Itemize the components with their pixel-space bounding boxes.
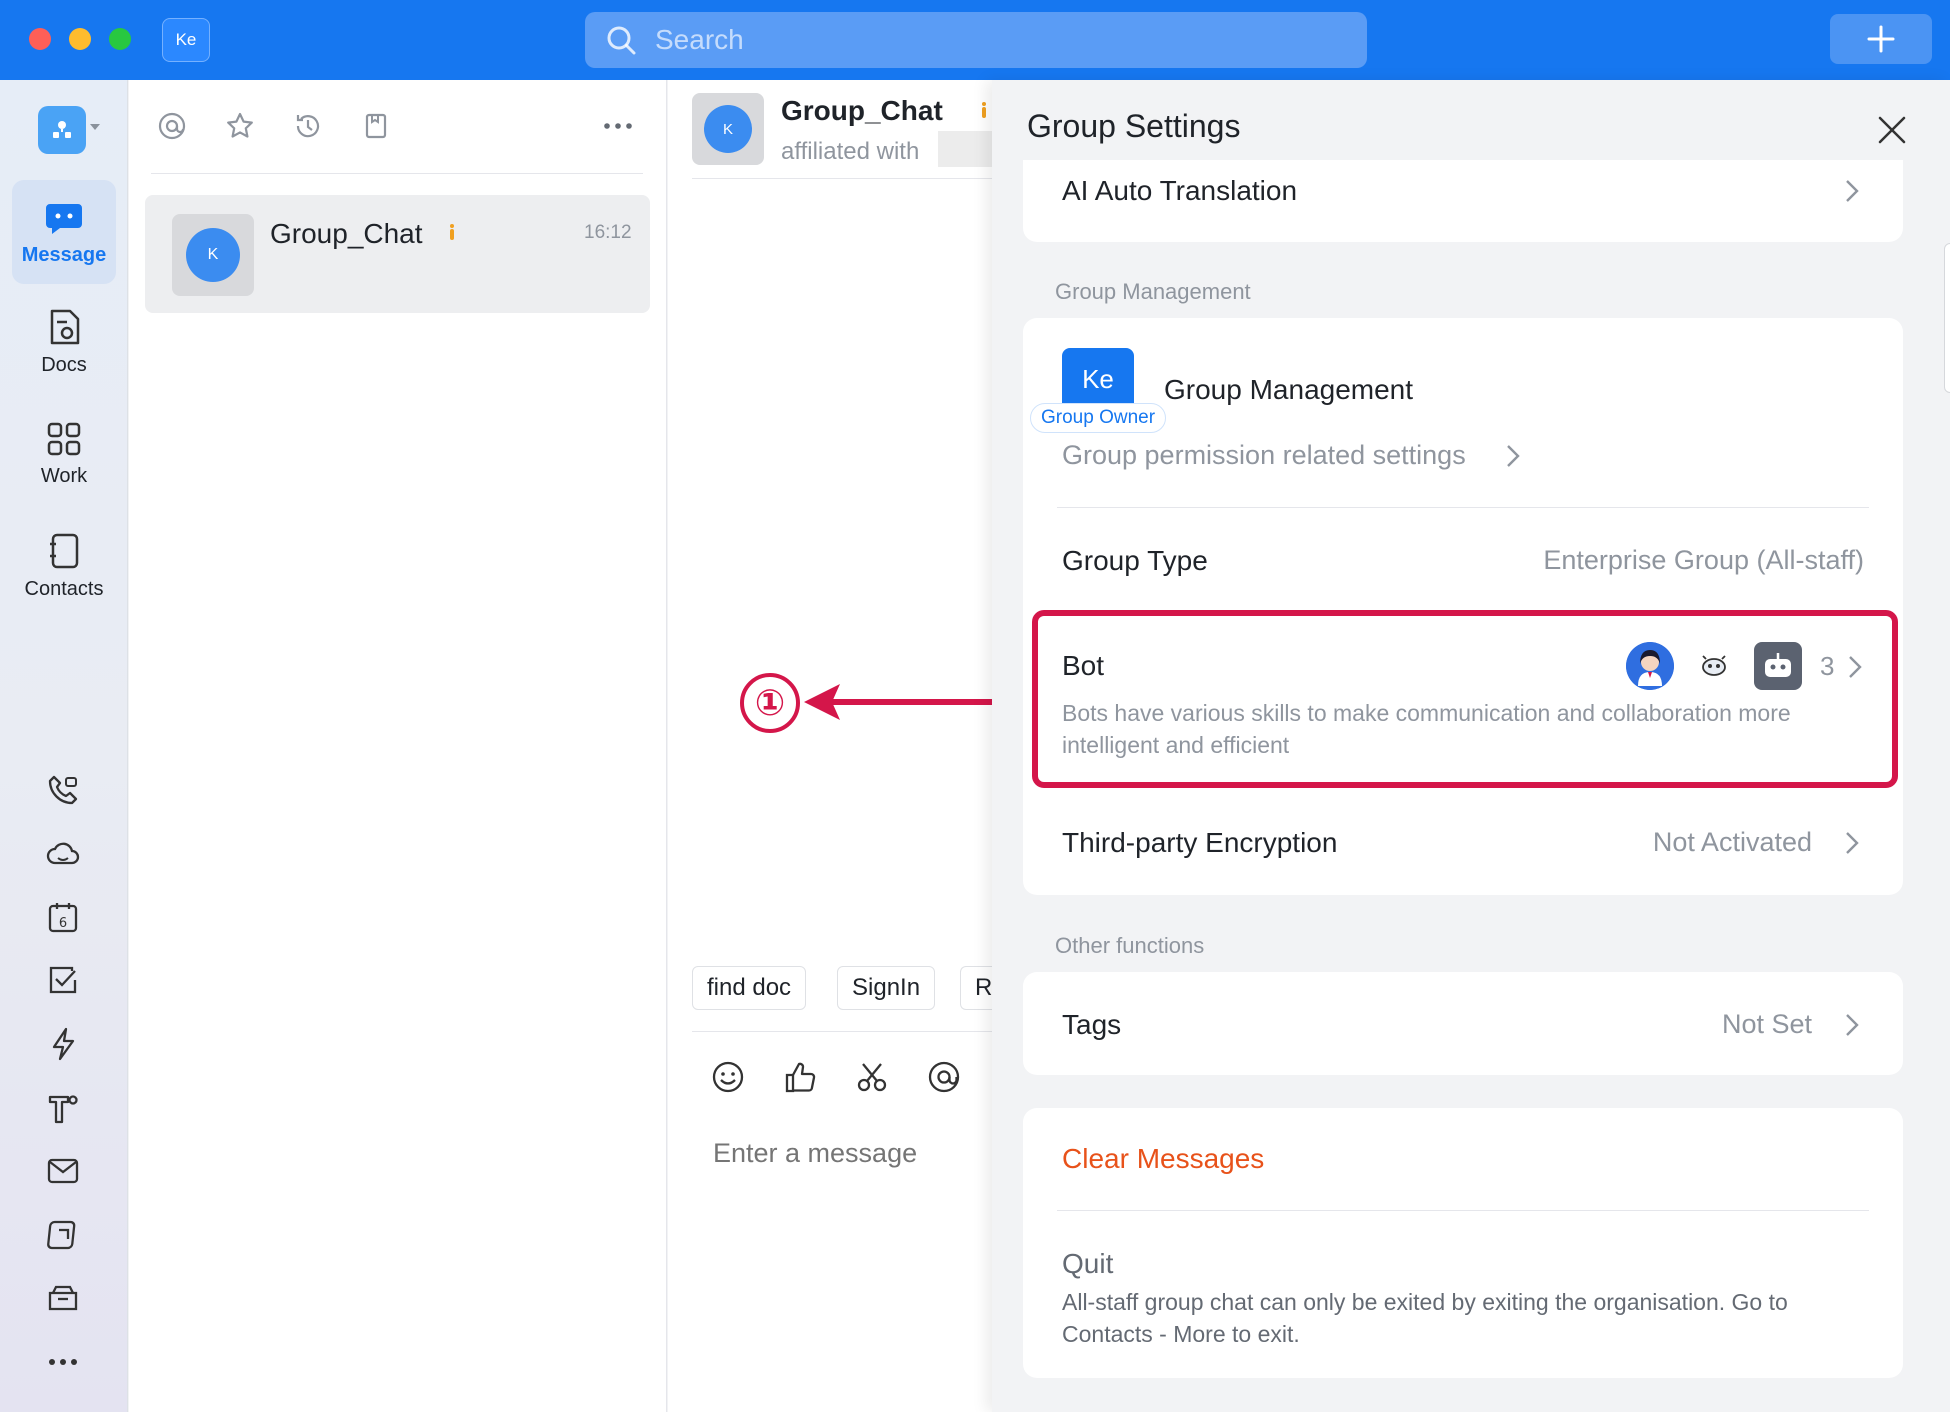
more-options-icon[interactable] (602, 110, 634, 142)
close-icon (1878, 116, 1906, 144)
nav-work[interactable]: Work (12, 402, 116, 506)
chat-name: Group_Chat (270, 218, 423, 249)
chevron-right-icon (1846, 1014, 1859, 1036)
divider (692, 1031, 998, 1032)
star-icon[interactable] (224, 110, 256, 142)
nav-contacts[interactable]: Contacts (12, 514, 116, 618)
group-permission-settings-link[interactable]: Group permission related settings (1062, 440, 1466, 471)
quick-reply-signin[interactable]: SignIn (837, 966, 936, 1010)
chat-timestamp: 16:12 (584, 222, 632, 243)
chevron-down-icon (90, 124, 100, 130)
quit-description: All-staff group chat can only be exited … (1062, 1289, 1788, 1347)
plus-icon (1867, 25, 1895, 53)
annotation-arrow-icon (804, 684, 1020, 720)
cloud-icon[interactable] (45, 836, 81, 872)
chevron-right-icon (1846, 832, 1859, 854)
thumbs-up-icon[interactable] (781, 1058, 819, 1096)
task-check-icon[interactable] (45, 962, 81, 998)
search-bar[interactable] (585, 12, 1367, 68)
nav-work-label: Work (40, 464, 88, 487)
nav-message[interactable]: Message (12, 180, 116, 284)
bookmark-icon[interactable] (360, 110, 392, 142)
group-type-value: Enterprise Group (All-staff) (1543, 545, 1864, 575)
chevron-right-icon (1846, 180, 1859, 202)
side-handle[interactable] (1944, 243, 1950, 393)
divider (1057, 507, 1869, 508)
quick-reply-find-doc[interactable]: find doc (692, 966, 807, 1010)
calendar-icon[interactable]: 6 (45, 899, 81, 935)
close-window-button[interactable] (29, 28, 51, 50)
at-mention-icon[interactable] (156, 110, 188, 142)
avatar: K (186, 228, 240, 282)
note-icon[interactable] (45, 1217, 81, 1253)
lightning-icon[interactable] (45, 1026, 81, 1062)
chat-pane (668, 80, 998, 1412)
left-navigation: Message Docs Work Contacts 6 (0, 80, 128, 1412)
section-title-group-management: Group Management (1055, 279, 1251, 304)
emoji-icon[interactable] (709, 1058, 747, 1096)
clear-messages-button[interactable]: Clear Messages (1062, 1143, 1264, 1175)
divider (1057, 1210, 1869, 1211)
annotation-highlight-box (1032, 610, 1898, 788)
archive-icon[interactable] (45, 1280, 81, 1316)
more-icon[interactable] (45, 1344, 81, 1380)
chevron-right-icon (1507, 445, 1520, 467)
section-title-other-functions: Other functions (1055, 933, 1205, 958)
svg-text:6: 6 (59, 916, 67, 931)
ai-translation-label: AI Auto Translation (1062, 175, 1298, 206)
chat-header-avatar-frame: K (692, 93, 764, 165)
divider (692, 178, 998, 179)
group-owner-badge: Group Owner (1030, 403, 1167, 433)
mail-icon[interactable] (45, 1153, 81, 1189)
encryption-value: Not Activated (1652, 827, 1812, 857)
avatar: K (704, 105, 752, 153)
at-icon[interactable] (925, 1058, 963, 1096)
group-owner-avatar: Ke (1062, 348, 1134, 410)
tags-label: Tags (1062, 1009, 1122, 1040)
search-icon (607, 26, 636, 55)
chat-avatar-frame: K (172, 214, 254, 296)
quit-label: Quit (1062, 1248, 1114, 1279)
scissors-icon[interactable] (853, 1058, 891, 1096)
encryption-label[interactable]: Third-party Encryption (1062, 827, 1337, 859)
organization-switcher[interactable] (38, 106, 86, 154)
message-input[interactable] (713, 1138, 993, 1169)
group-management-title[interactable]: Group Management (1164, 374, 1413, 406)
divider (151, 173, 643, 174)
text-format-icon[interactable] (45, 1090, 81, 1126)
nav-docs-label: Docs (41, 353, 87, 376)
group-type-label: Group Type (1062, 545, 1208, 576)
contacts-icon (50, 533, 79, 568)
annotation-step-number: ① (740, 673, 800, 733)
nav-message-label: Message (21, 243, 107, 266)
title-bar: Ke (0, 0, 1950, 80)
nav-docs[interactable]: Docs (12, 290, 116, 394)
tie-flag-icon (448, 224, 456, 240)
chat-header-title[interactable]: Group_Chat (781, 95, 943, 127)
message-icon (46, 203, 82, 234)
workspace-badge[interactable]: Ke (162, 18, 210, 62)
docs-icon (50, 309, 80, 344)
create-button[interactable] (1830, 14, 1932, 64)
org-icon (53, 121, 71, 138)
phone-icon[interactable] (45, 772, 81, 808)
nav-contacts-label: Contacts (24, 577, 104, 600)
search-input[interactable] (655, 24, 1355, 56)
panel-title: Group Settings (1027, 108, 1241, 144)
history-icon[interactable] (292, 110, 324, 142)
work-grid-icon (47, 422, 81, 455)
tags-value: Not Set (1721, 1009, 1812, 1039)
minimize-window-button[interactable] (69, 28, 91, 50)
close-panel-button[interactable] (1872, 110, 1912, 150)
chat-header-subtitle: affiliated with (781, 138, 920, 165)
tie-flag-icon (980, 102, 988, 118)
zoom-window-button[interactable] (109, 28, 131, 50)
